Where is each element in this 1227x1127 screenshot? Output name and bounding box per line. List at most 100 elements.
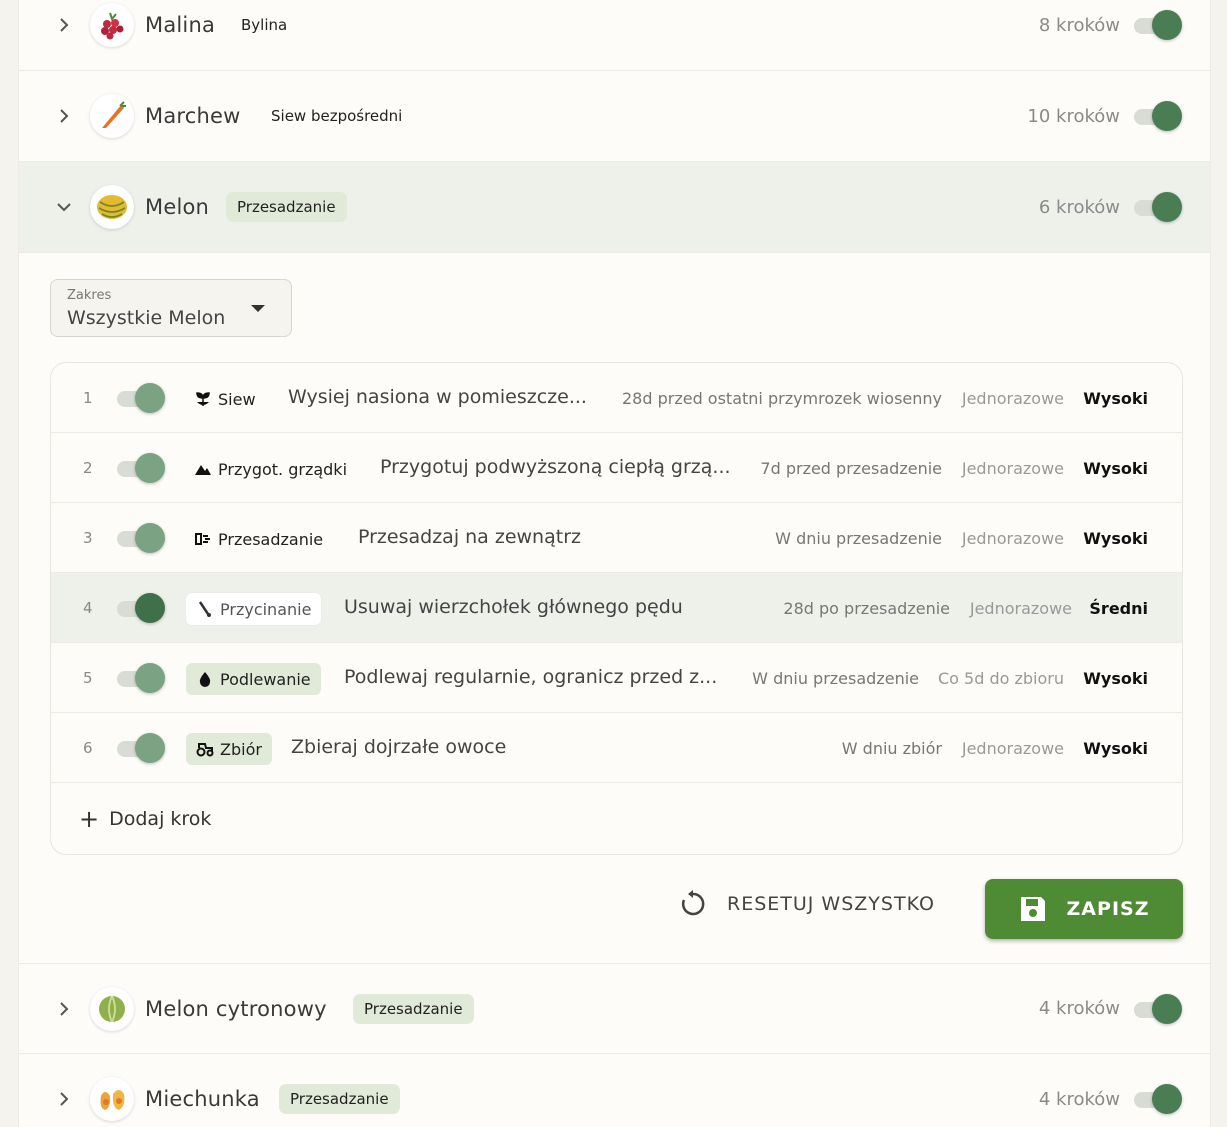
step-category-label: Zbiór (220, 739, 262, 759)
physalis-icon (90, 1077, 134, 1121)
dropdown-arrow-icon (251, 305, 265, 312)
crop-tag: Przesadzanie (226, 192, 347, 222)
step-description: Usuwaj wierzchołek głównego pędu (344, 596, 683, 618)
step-timing: 7d przed przesadzenie (760, 459, 942, 478)
chevron-right-icon[interactable] (55, 1000, 73, 1018)
save-button[interactable]: ZAPISZ (985, 879, 1183, 939)
step-priority: Wysoki (1083, 389, 1148, 408)
step-number: 1 (83, 389, 93, 407)
chevron-right-icon[interactable] (55, 107, 73, 125)
crop-name: Melon (145, 195, 210, 219)
step-number: 6 (83, 739, 93, 757)
step-frequency: Jednorazowe (961, 739, 1064, 758)
crop-name: Miechunka (145, 1087, 260, 1111)
step-category-label: Podlewanie (220, 669, 311, 689)
step-timing: W dniu przesadzenie (775, 529, 942, 548)
step-description: Przygotuj podwyższoną ciepłą grzą... (380, 456, 731, 478)
step-frequency: Jednorazowe (961, 459, 1064, 478)
steps-count: 6 kroków (1038, 196, 1120, 218)
step-category[interactable]: Przycinanie (186, 593, 322, 625)
crop-row-melon[interactable]: Melon Przesadzanie 6 kroków (19, 162, 1210, 253)
crop-name: Malina (145, 13, 216, 37)
step-priority: Wysoki (1083, 459, 1148, 478)
table-row[interactable]: 4 Przycinanie Usuwaj wierzchołek główneg… (51, 573, 1182, 643)
transplant-icon (194, 530, 212, 548)
water-drop-icon (196, 670, 214, 688)
add-step-button[interactable]: + Dodaj krok (79, 807, 211, 831)
step-description: Przesadzaj na zewnątrz (358, 526, 581, 548)
step-toggle[interactable] (113, 593, 165, 623)
table-row[interactable]: 2 Przygot. grządki Przygotuj podwyższoną… (51, 433, 1182, 503)
step-description: Podlewaj regularnie, ogranicz przed z... (344, 666, 718, 688)
crop-list-page: Malina Bylina 8 kroków Marchew Siew bezp… (18, 0, 1211, 1127)
scope-select[interactable]: Zakres Wszystkie Melon (50, 279, 292, 337)
step-toggle[interactable] (113, 663, 165, 693)
chevron-right-icon[interactable] (55, 1090, 73, 1108)
step-priority: Wysoki (1083, 739, 1148, 758)
crop-tag: Przesadzanie (353, 993, 474, 1024)
citron-melon-icon (90, 986, 134, 1031)
step-number: 5 (83, 669, 93, 687)
crop-toggle[interactable] (1130, 1084, 1182, 1114)
reset-all-button[interactable]: RESETUJ WSZYSTKO (679, 890, 935, 918)
crop-row-malina[interactable]: Malina Bylina 8 kroków (19, 0, 1210, 71)
step-category[interactable]: Przesadzanie (194, 523, 323, 555)
chevron-right-icon[interactable] (55, 16, 73, 34)
step-frequency: Co 5d do zbioru (937, 669, 1064, 688)
step-category[interactable]: Zbiór (186, 733, 272, 765)
step-timing: W dniu zbiór (841, 739, 942, 758)
step-toggle[interactable] (113, 383, 165, 413)
step-category[interactable]: Siew (194, 383, 256, 415)
step-toggle[interactable] (113, 523, 165, 553)
step-toggle[interactable] (113, 733, 165, 763)
table-row[interactable]: 6 Zbiór Zbieraj dojrzałe owoce W dniu zb… (51, 713, 1182, 783)
save-label: ZAPISZ (1066, 898, 1150, 920)
crop-toggle[interactable] (1130, 101, 1182, 131)
carrot-icon (90, 94, 134, 138)
step-number: 4 (83, 599, 93, 617)
step-frequency: Jednorazowe (961, 389, 1064, 408)
step-frequency: Jednorazowe (969, 599, 1072, 618)
table-row[interactable]: 3 Przesadzanie Przesadzaj na zewnątrz W … (51, 503, 1182, 573)
melon-icon (90, 185, 134, 229)
scissors-icon (196, 600, 214, 618)
crop-name: Marchew (145, 104, 241, 128)
steps-count: 4 kroków (1038, 1088, 1120, 1110)
step-category-label: Siew (218, 389, 256, 409)
steps-table: 1 Siew Wysiej nasiona w pomieszcze... 28… (50, 362, 1183, 855)
table-row[interactable]: 1 Siew Wysiej nasiona w pomieszcze... 28… (51, 363, 1182, 433)
step-number: 2 (83, 459, 93, 477)
scope-label: Zakres (67, 288, 112, 303)
crop-toggle[interactable] (1130, 192, 1182, 222)
tractor-icon (196, 740, 214, 758)
crop-row-miechunka[interactable]: Miechunka Przesadzanie 4 kroków (19, 1054, 1210, 1127)
step-category[interactable]: Podlewanie (186, 663, 321, 695)
crop-row-marchew[interactable]: Marchew Siew bezpośredni 10 kroków (19, 71, 1210, 162)
sprout-icon (194, 390, 212, 408)
add-step-label: Dodaj krok (109, 808, 212, 830)
floppy-disk-icon (1020, 897, 1045, 921)
scope-value: Wszystkie Melon (67, 307, 226, 329)
raspberry-icon (90, 3, 134, 47)
crop-tag: Bylina (241, 16, 288, 34)
crop-row-melon-cytronowy[interactable]: Melon cytronowy Przesadzanie 4 kroków (19, 963, 1210, 1054)
step-timing: W dniu przesadzenie (752, 669, 919, 688)
steps-count: 8 kroków (1038, 14, 1120, 36)
chevron-down-icon[interactable] (55, 198, 73, 216)
step-toggle[interactable] (113, 453, 165, 483)
reset-label: RESETUJ WSZYSTKO (727, 893, 935, 915)
plus-icon: + (79, 805, 100, 833)
step-category[interactable]: Przygot. grządki (194, 453, 347, 485)
step-number: 3 (83, 529, 93, 547)
step-category-label: Przesadzanie (218, 529, 324, 549)
crop-toggle[interactable] (1130, 10, 1182, 40)
terrain-icon (194, 460, 212, 478)
step-priority: Wysoki (1083, 529, 1148, 548)
refresh-icon (681, 890, 705, 916)
crop-toggle[interactable] (1130, 993, 1182, 1024)
step-priority: Wysoki (1083, 669, 1148, 688)
step-timing: 28d przed ostatni przymrozek wiosenny (621, 389, 942, 408)
crop-tag: Przesadzanie (279, 1084, 400, 1114)
table-row[interactable]: 5 Podlewanie Podlewaj regularnie, ograni… (51, 643, 1182, 713)
step-frequency: Jednorazowe (961, 529, 1064, 548)
